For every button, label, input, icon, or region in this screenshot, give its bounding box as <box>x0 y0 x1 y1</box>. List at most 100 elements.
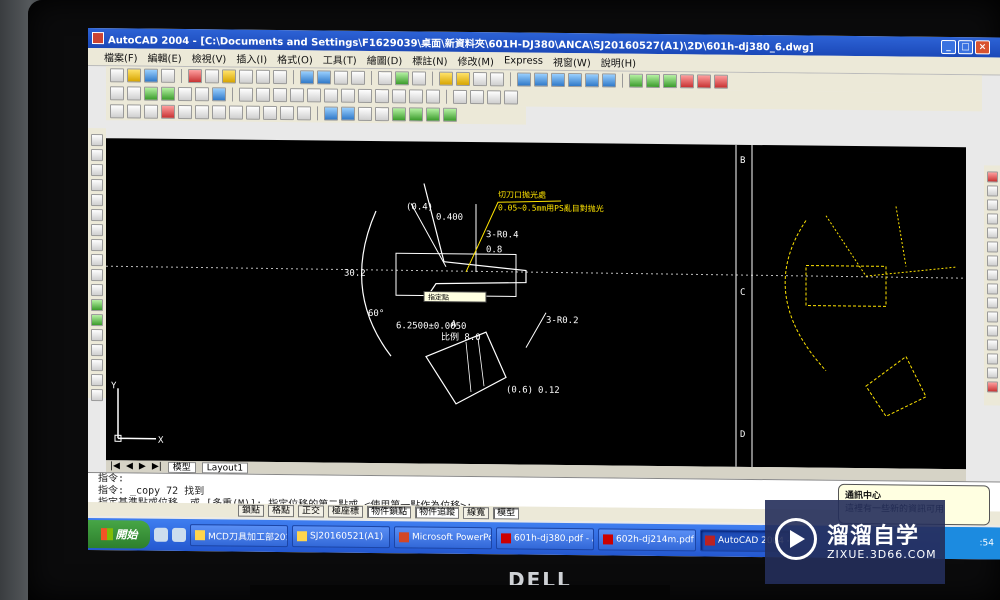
new-icon[interactable] <box>110 68 124 83</box>
polyline-icon[interactable] <box>91 164 103 177</box>
mtext-icon[interactable] <box>127 86 141 101</box>
continue-dimension-icon[interactable] <box>375 89 389 104</box>
dimension-edit-icon[interactable] <box>453 89 467 104</box>
zoom-all-icon[interactable] <box>358 106 372 121</box>
pan-icon[interactable] <box>300 70 314 85</box>
area-icon[interactable] <box>409 107 423 122</box>
object-snap-perpendicular-icon[interactable] <box>212 105 226 120</box>
rectangle-icon[interactable] <box>91 194 103 207</box>
box-icon[interactable] <box>517 72 531 87</box>
text-icon[interactable] <box>110 86 124 101</box>
object-snap-settings-icon[interactable] <box>297 106 311 121</box>
trim-icon[interactable] <box>986 297 998 309</box>
menu-draw[interactable]: 繪圖(D) <box>367 52 403 67</box>
subtract-icon[interactable] <box>697 74 711 89</box>
menu-express[interactable]: Express <box>504 55 543 66</box>
rotate-icon[interactable] <box>986 255 998 267</box>
object-snap-center-icon[interactable] <box>161 104 175 119</box>
task-pdf-1[interactable]: 601h-dj380.pdf - Ado... <box>496 527 594 551</box>
quick-dimension-icon[interactable] <box>341 88 355 103</box>
osnap-toggle[interactable]: 物件鎖點 <box>367 505 412 519</box>
snap-toggle[interactable]: 鎖點 <box>238 504 265 517</box>
line-icon[interactable] <box>91 134 103 147</box>
find-text-icon[interactable] <box>144 86 158 101</box>
circle-icon[interactable] <box>91 224 103 237</box>
ellipse-arc-icon[interactable] <box>91 284 103 297</box>
object-snap-nearest-icon[interactable] <box>263 105 277 120</box>
object-snap-midpoint-icon[interactable] <box>127 104 141 119</box>
sphere-icon[interactable] <box>534 72 548 87</box>
menu-help[interactable]: 說明(H) <box>601 54 636 69</box>
radius-dimension-icon[interactable] <box>290 88 304 103</box>
offset-icon[interactable] <box>986 213 998 225</box>
zoom-realtime-icon[interactable] <box>317 70 331 85</box>
locate-point-icon[interactable] <box>443 107 457 122</box>
extend-icon[interactable] <box>986 311 998 323</box>
ordinate-dimension-icon[interactable] <box>273 87 287 103</box>
zoom-in-icon[interactable] <box>324 106 338 121</box>
polar-toggle[interactable]: 極座標 <box>328 505 364 518</box>
otrack-toggle[interactable]: 物件追蹤 <box>415 506 460 519</box>
print-icon[interactable] <box>161 68 175 83</box>
zoom-previous-icon[interactable] <box>351 70 365 85</box>
tool-palettes-icon[interactable] <box>412 71 426 86</box>
scale-text-icon[interactable] <box>195 87 209 102</box>
make-block-icon[interactable] <box>91 314 103 327</box>
slice-icon[interactable] <box>663 74 677 89</box>
tab-prev[interactable]: ◀ <box>126 461 133 471</box>
cut-icon[interactable] <box>188 69 202 84</box>
copy-object-icon[interactable] <box>986 185 998 197</box>
move-icon[interactable] <box>986 241 998 253</box>
menu-window[interactable]: 視窗(W) <box>553 54 591 69</box>
redo-icon[interactable] <box>273 69 287 85</box>
design-center-icon[interactable] <box>395 71 409 86</box>
scale-icon[interactable] <box>986 269 998 281</box>
insert-block-icon[interactable] <box>91 299 103 312</box>
object-snap-node-icon[interactable] <box>246 105 260 120</box>
open-icon[interactable] <box>127 68 141 83</box>
task-powerpoint[interactable]: Microsoft PowerPoint ... <box>394 526 492 550</box>
angular-dimension-icon[interactable] <box>324 88 338 103</box>
revolve-icon[interactable] <box>646 73 660 88</box>
object-snap-parallel-icon[interactable] <box>229 105 243 120</box>
object-snap-tangent-icon[interactable] <box>195 105 209 120</box>
construction-line-icon[interactable] <box>91 149 103 162</box>
menu-file[interactable]: 檔案(F) <box>104 49 138 64</box>
save-icon[interactable] <box>144 68 158 83</box>
table-icon[interactable] <box>91 374 103 387</box>
object-snap-intersection-icon[interactable] <box>144 104 158 119</box>
tab-next[interactable]: ▶ <box>139 462 146 472</box>
zoom-out-icon[interactable] <box>341 106 355 121</box>
zoom-extents-icon[interactable] <box>375 107 389 122</box>
properties-icon[interactable] <box>378 71 392 86</box>
paste-icon[interactable] <box>222 69 236 84</box>
break-at-point-icon[interactable] <box>986 325 998 337</box>
list-icon[interactable] <box>426 107 440 122</box>
model-toggle[interactable]: 模型 <box>493 507 520 520</box>
distance-icon[interactable] <box>392 107 406 122</box>
baseline-dimension-icon[interactable] <box>358 88 372 103</box>
copy-icon[interactable] <box>205 69 219 84</box>
justify-text-icon[interactable] <box>212 87 226 102</box>
intersect-icon[interactable] <box>714 74 728 89</box>
hatch-icon[interactable] <box>91 344 103 357</box>
tab-first[interactable]: |◀ <box>110 461 120 471</box>
union-icon[interactable] <box>680 74 694 89</box>
object-snap-quadrant-icon[interactable] <box>178 104 192 120</box>
task-pdf-2[interactable]: 602h-dj214m.pdf - Ad... <box>598 528 696 552</box>
tab-model[interactable]: 模型 <box>167 461 196 473</box>
linear-dimension-icon[interactable] <box>239 87 253 102</box>
task-explorer-1[interactable]: MCD刀具加工部201... <box>190 524 288 548</box>
cylinder-icon[interactable] <box>551 72 565 87</box>
chamfer-icon[interactable] <box>986 353 998 365</box>
desktop-quicklaunch-icon[interactable] <box>172 527 186 543</box>
grid-toggle[interactable]: 格點 <box>268 504 295 518</box>
ortho-toggle[interactable]: 正交 <box>298 505 325 518</box>
stretch-icon[interactable] <box>986 283 998 295</box>
leader-icon[interactable] <box>392 89 406 104</box>
dimension-text-edit-icon[interactable] <box>470 90 484 105</box>
extrude-icon[interactable] <box>629 73 643 88</box>
layer-icon[interactable] <box>439 71 453 86</box>
wedge-icon[interactable] <box>585 73 599 88</box>
cone-icon[interactable] <box>568 73 582 88</box>
